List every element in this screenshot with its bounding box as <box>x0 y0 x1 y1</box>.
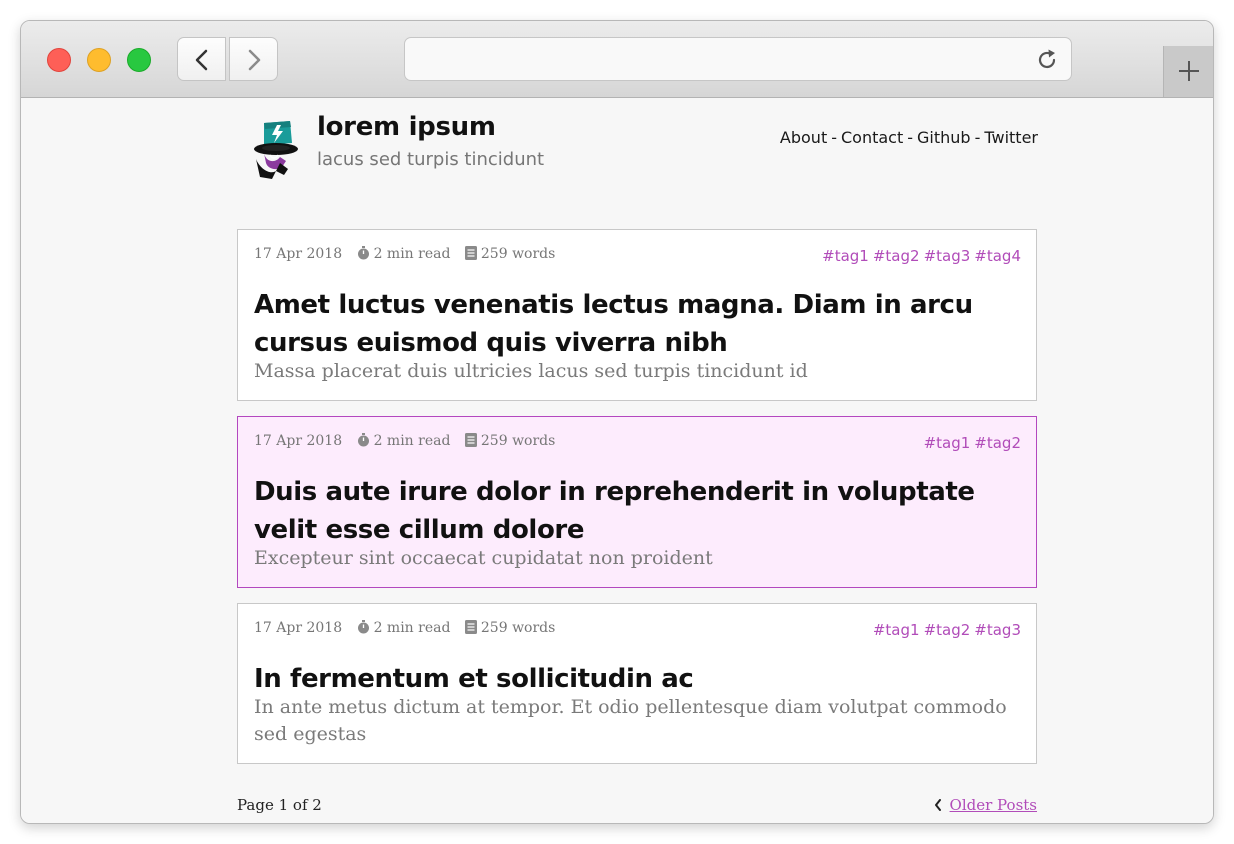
post-date: 17 Apr 2018 <box>254 246 343 262</box>
tag-link[interactable]: #tag2 <box>873 247 920 265</box>
post-tags: #tag1 #tag2 #tag3 #tag4 <box>818 247 1021 265</box>
post-meta: 17 Apr 2018 2 min read 259 words <box>254 246 555 262</box>
plus-icon <box>1179 61 1199 81</box>
site-logo[interactable] <box>250 119 302 183</box>
top-navigation: About - Contact - Github - Twitter <box>780 128 1038 147</box>
forward-button[interactable] <box>229 37 278 81</box>
nav-link-github[interactable]: Github <box>917 128 971 147</box>
post-title[interactable]: Duis aute irure dolor in reprehenderit i… <box>254 473 1014 549</box>
post-read-time: 2 min read <box>373 433 451 449</box>
nav-separator: - <box>907 128 914 147</box>
post-word-count: 259 words <box>480 433 556 449</box>
tag-link[interactable]: #tag2 <box>924 621 971 639</box>
nav-link-contact[interactable]: Contact <box>841 128 903 147</box>
page-status: Page 1 of 2 <box>237 796 322 814</box>
close-window-button[interactable] <box>47 48 71 72</box>
tag-link[interactable]: #tag1 <box>924 434 971 452</box>
tag-link[interactable]: #tag1 <box>873 621 920 639</box>
post-tags: #tag1 #tag2 <box>920 434 1021 452</box>
forward-arrow-icon <box>248 49 261 71</box>
minimize-window-button[interactable] <box>87 48 111 72</box>
post-title[interactable]: In fermentum et sollicitudin ac <box>254 660 1014 698</box>
stopwatch-icon <box>357 246 369 260</box>
nav-separator: - <box>831 128 837 147</box>
post-word-count: 259 words <box>480 246 556 262</box>
tag-link[interactable]: #tag1 <box>822 247 869 265</box>
post-date: 17 Apr 2018 <box>254 433 343 449</box>
post-word-count: 259 words <box>480 620 556 636</box>
document-icon <box>464 246 477 260</box>
post-subtitle: Excepteur sint occaecat cupidatat non pr… <box>254 547 713 569</box>
chevron-left-icon <box>934 799 941 811</box>
post-read-time: 2 min read <box>373 246 451 262</box>
tag-link[interactable]: #tag3 <box>974 621 1021 639</box>
post-read-time: 2 min read <box>373 620 451 636</box>
nav-link-about[interactable]: About <box>780 128 827 147</box>
older-posts-link[interactable]: Older Posts <box>950 796 1037 814</box>
post-tags: #tag1 #tag2 #tag3 <box>869 621 1021 639</box>
post-card[interactable]: 17 Apr 2018 2 min read 259 words #tag1 #t… <box>237 603 1037 764</box>
post-card[interactable]: 17 Apr 2018 2 min read 259 words #tag1 #t… <box>237 416 1037 588</box>
stopwatch-icon <box>357 620 369 634</box>
nav-separator: - <box>974 128 981 147</box>
post-card[interactable]: 17 Apr 2018 2 min read 259 words #tag1 #t… <box>237 229 1037 401</box>
post-meta: 17 Apr 2018 2 min read 259 words <box>254 620 555 636</box>
tag-link[interactable]: #tag3 <box>924 247 971 265</box>
stopwatch-icon <box>357 433 369 447</box>
address-bar[interactable] <box>404 37 1072 81</box>
post-subtitle: In ante metus dictum at tempor. Et odio … <box>254 696 1007 745</box>
tag-link[interactable]: #tag4 <box>974 247 1021 265</box>
new-tab-button[interactable] <box>1163 46 1213 97</box>
pagination-next: Older Posts <box>934 796 1037 814</box>
site-subtitle: lacus sed turpis tincidunt <box>317 149 545 170</box>
page-content: lorem ipsum lacus sed turpis tincidunt A… <box>21 98 1213 823</box>
tag-link[interactable]: #tag2 <box>974 434 1021 452</box>
browser-window: lorem ipsum lacus sed turpis tincidunt A… <box>20 20 1214 824</box>
nav-link-twitter[interactable]: Twitter <box>984 128 1038 147</box>
post-date: 17 Apr 2018 <box>254 620 343 636</box>
post-meta: 17 Apr 2018 2 min read 259 words <box>254 433 555 449</box>
site-title[interactable]: lorem ipsum <box>317 112 496 142</box>
back-arrow-icon <box>195 49 208 71</box>
back-button[interactable] <box>177 37 226 81</box>
browser-toolbar <box>21 21 1213 98</box>
reload-icon[interactable] <box>1035 48 1059 72</box>
zoom-window-button[interactable] <box>127 48 151 72</box>
post-subtitle: Massa placerat duis ultricies lacus sed … <box>254 360 808 382</box>
document-icon <box>464 620 477 634</box>
document-icon <box>464 433 477 447</box>
post-title[interactable]: Amet luctus venenatis lectus magna. Diam… <box>254 286 1014 362</box>
